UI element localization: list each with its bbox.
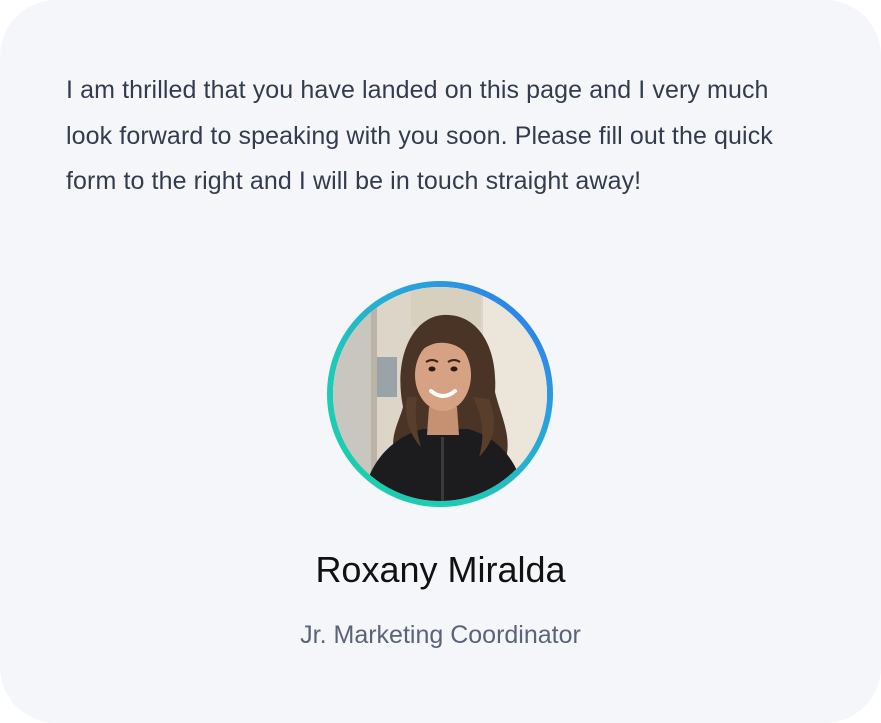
person-photo-icon xyxy=(333,287,547,501)
intro-paragraph: I am thrilled that you have landed on th… xyxy=(66,76,773,195)
profile-card: I am thrilled that you have landed on th… xyxy=(0,0,881,723)
avatar-ring xyxy=(327,281,553,507)
avatar xyxy=(333,287,547,501)
person-name: Roxany Miralda xyxy=(315,549,566,590)
person-role: Jr. Marketing Coordinator xyxy=(300,621,581,649)
